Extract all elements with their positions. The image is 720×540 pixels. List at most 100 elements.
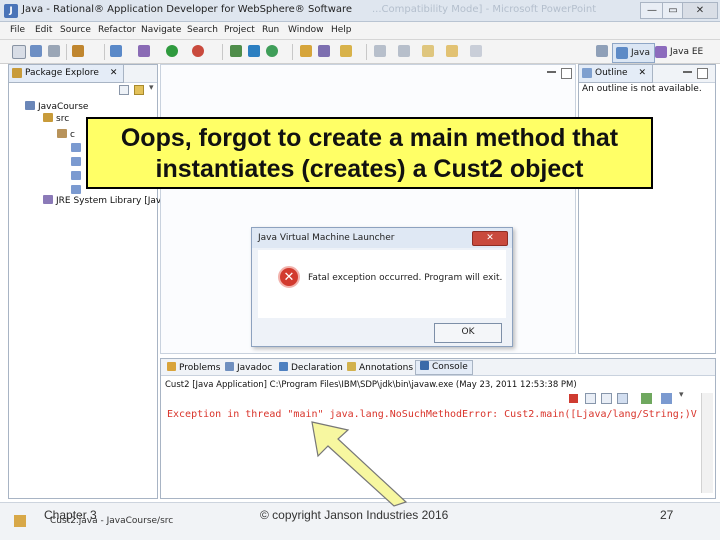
tab-annotations[interactable]: Annotations — [347, 362, 413, 373]
tab-console[interactable]: Console — [415, 360, 473, 375]
external-tools-icon[interactable] — [192, 45, 204, 57]
menu-navigate[interactable]: Navigate — [141, 25, 181, 35]
java-file-icon — [71, 185, 81, 194]
new-java-project-icon[interactable] — [230, 45, 242, 57]
print-icon[interactable] — [48, 45, 60, 57]
view-menu-icon[interactable]: ▾ — [149, 83, 154, 93]
close-icon[interactable]: ✕ — [638, 68, 646, 78]
console-error-line: Exception in thread "main" java.lang.NoS… — [167, 409, 697, 420]
open-type-icon[interactable] — [300, 45, 312, 57]
menu-help[interactable]: Help — [331, 25, 352, 35]
tree-item-file[interactable] — [71, 157, 84, 169]
title-bar: J Java - Rational® Application Developer… — [0, 0, 720, 22]
java-perspective-button[interactable]: Java — [612, 43, 656, 63]
collapse-all-icon[interactable] — [119, 85, 129, 95]
background-window-title: ...Compatibility Mode] - Microsoft Power… — [372, 4, 597, 15]
save-icon[interactable] — [30, 45, 42, 57]
toolbar: Java Java EE — [0, 40, 720, 64]
menu-project[interactable]: Project — [224, 25, 255, 35]
java-file-icon — [71, 143, 81, 152]
tab-declaration[interactable]: Declaration — [279, 362, 343, 373]
menu-file[interactable]: File — [10, 25, 25, 35]
outline-message: An outline is not available. — [582, 84, 702, 94]
annotation-icon[interactable] — [340, 45, 352, 57]
menu-edit[interactable]: Edit — [35, 25, 52, 35]
tab-package-explorer[interactable]: Package Explore ✕ — [9, 65, 125, 83]
new-server-icon[interactable] — [72, 45, 84, 57]
source-folder-icon — [43, 113, 53, 122]
java-file-icon — [71, 171, 81, 180]
search-icon[interactable] — [318, 45, 330, 57]
new-class-icon[interactable] — [266, 45, 278, 57]
open-perspective-icon[interactable] — [596, 45, 608, 57]
next-annotation-icon[interactable] — [374, 45, 386, 57]
window-title: Java - Rational® Application Developer f… — [22, 4, 353, 15]
clear-console-icon[interactable] — [601, 393, 612, 404]
callout-box: Oops, forgot to create a main method tha… — [86, 117, 653, 189]
new-icon[interactable] — [12, 45, 26, 59]
menu-run[interactable]: Run — [262, 25, 279, 35]
maximize-icon[interactable] — [697, 68, 708, 79]
fast-view-icon[interactable] — [14, 515, 26, 527]
remove-launch-icon[interactable] — [585, 393, 596, 404]
package-icon — [57, 129, 67, 138]
run-icon[interactable] — [166, 45, 178, 57]
new-wizard-icon[interactable] — [110, 45, 122, 57]
pointer-arrow — [311, 421, 408, 507]
link-editor-icon[interactable] — [134, 85, 144, 95]
console-scrollbar[interactable] — [701, 393, 713, 493]
pin-console-icon[interactable] — [641, 393, 652, 404]
menu-source[interactable]: Source — [60, 25, 91, 35]
java-perspective-icon — [616, 47, 628, 59]
declaration-icon — [279, 362, 288, 371]
maximize-button[interactable]: ▭ — [662, 2, 684, 19]
new-package-icon[interactable] — [248, 45, 260, 57]
java-ee-perspective-button[interactable]: Java EE — [652, 43, 707, 61]
tree-item-jre-library[interactable]: JRE System Library [JavaSE — [43, 195, 178, 207]
minimize-icon[interactable] — [683, 71, 692, 76]
terminate-icon[interactable] — [569, 394, 578, 403]
tab-javadoc[interactable]: Javadoc — [225, 362, 272, 373]
callout-line-2: instantiates (creates) a Cust2 object — [155, 155, 584, 183]
footer-page-number: 27 — [660, 508, 674, 522]
menu-search[interactable]: Search — [187, 25, 218, 35]
close-icon[interactable]: ✕ — [110, 68, 118, 78]
app-icon: J — [4, 4, 18, 18]
footer-copyright: © copyright Janson Industries 2016 — [260, 508, 449, 522]
tree-item-package[interactable]: c — [57, 129, 75, 141]
last-edit-icon[interactable] — [422, 45, 434, 57]
debug-icon[interactable] — [138, 45, 150, 57]
forward-icon[interactable] — [470, 45, 482, 57]
previous-annotation-icon[interactable] — [398, 45, 410, 57]
error-icon: ✕ — [278, 266, 300, 288]
menu-refactor[interactable]: Refactor — [98, 25, 136, 35]
maximize-icon[interactable] — [561, 68, 572, 79]
problems-icon — [167, 362, 176, 371]
java-ee-perspective-icon — [655, 46, 667, 58]
dialog-message: Fatal exception occurred. Program will e… — [308, 273, 503, 283]
tree-item-file[interactable] — [71, 143, 84, 155]
console-icon — [420, 361, 429, 370]
javadoc-icon — [225, 362, 234, 371]
footer-chapter: Chapter 3 — [44, 508, 97, 522]
minimize-icon[interactable] — [547, 71, 556, 76]
dialog-close-button[interactable]: ✕ — [472, 231, 508, 246]
view-menu-icon[interactable]: ▾ — [679, 390, 684, 400]
tab-outline[interactable]: Outline ✕ — [579, 65, 653, 83]
tree-item-src[interactable]: src — [43, 113, 69, 125]
outline-icon — [582, 68, 592, 78]
minimize-button[interactable]: — — [640, 2, 664, 19]
back-icon[interactable] — [446, 45, 458, 57]
display-console-icon[interactable] — [661, 393, 672, 404]
scroll-lock-icon[interactable] — [617, 393, 628, 404]
menu-window[interactable]: Window — [288, 25, 324, 35]
project-icon — [25, 101, 35, 110]
outline-view: Outline ✕ An outline is not available. — [578, 64, 716, 354]
library-icon — [43, 195, 53, 204]
tree-item-project[interactable]: JavaCourse — [25, 101, 88, 113]
close-button[interactable]: ✕ — [682, 2, 718, 19]
error-dialog: Java Virtual Machine Launcher ✕ ✕ Fatal … — [251, 227, 513, 347]
ok-button[interactable]: OK — [434, 323, 502, 343]
tree-item-file[interactable] — [71, 171, 84, 183]
tab-problems[interactable]: Problems — [167, 362, 220, 373]
